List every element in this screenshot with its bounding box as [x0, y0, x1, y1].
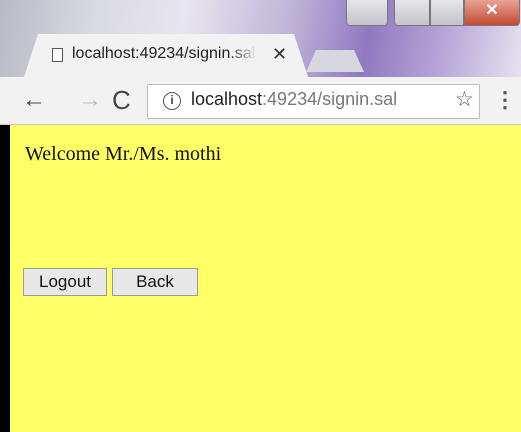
- user-profile-button[interactable]: [346, 0, 388, 26]
- tab-title: localhost:49234/signin.sal: [72, 45, 256, 62]
- browser-window: ✕ localhost:49234/signin.sal ✕ ← → C i l…: [0, 0, 521, 432]
- menu-icon[interactable]: ⋮: [494, 88, 516, 112]
- window-close-button[interactable]: ✕: [464, 0, 520, 26]
- logout-button[interactable]: Logout: [23, 268, 107, 296]
- maximize-button[interactable]: [430, 0, 464, 26]
- welcome-message: Welcome Mr./Ms. mothi: [25, 143, 222, 165]
- back-arrow-icon[interactable]: ←: [22, 86, 46, 114]
- reload-icon[interactable]: C: [112, 86, 131, 114]
- info-icon[interactable]: i: [163, 92, 181, 110]
- forward-arrow-icon[interactable]: →: [78, 86, 102, 114]
- url-text[interactable]: localhost:49234/signin.sal: [191, 89, 397, 110]
- window-border: [0, 125, 10, 432]
- tab-close-icon[interactable]: ✕: [272, 44, 287, 65]
- url-path: :49234/signin.sal: [262, 89, 398, 109]
- new-tab-button[interactable]: [306, 50, 364, 72]
- bookmark-star-icon[interactable]: ☆: [455, 88, 474, 112]
- url-host: localhost: [191, 89, 263, 109]
- back-button[interactable]: Back: [112, 268, 198, 296]
- minimize-button[interactable]: [394, 0, 430, 26]
- page-favicon-icon: [52, 48, 63, 62]
